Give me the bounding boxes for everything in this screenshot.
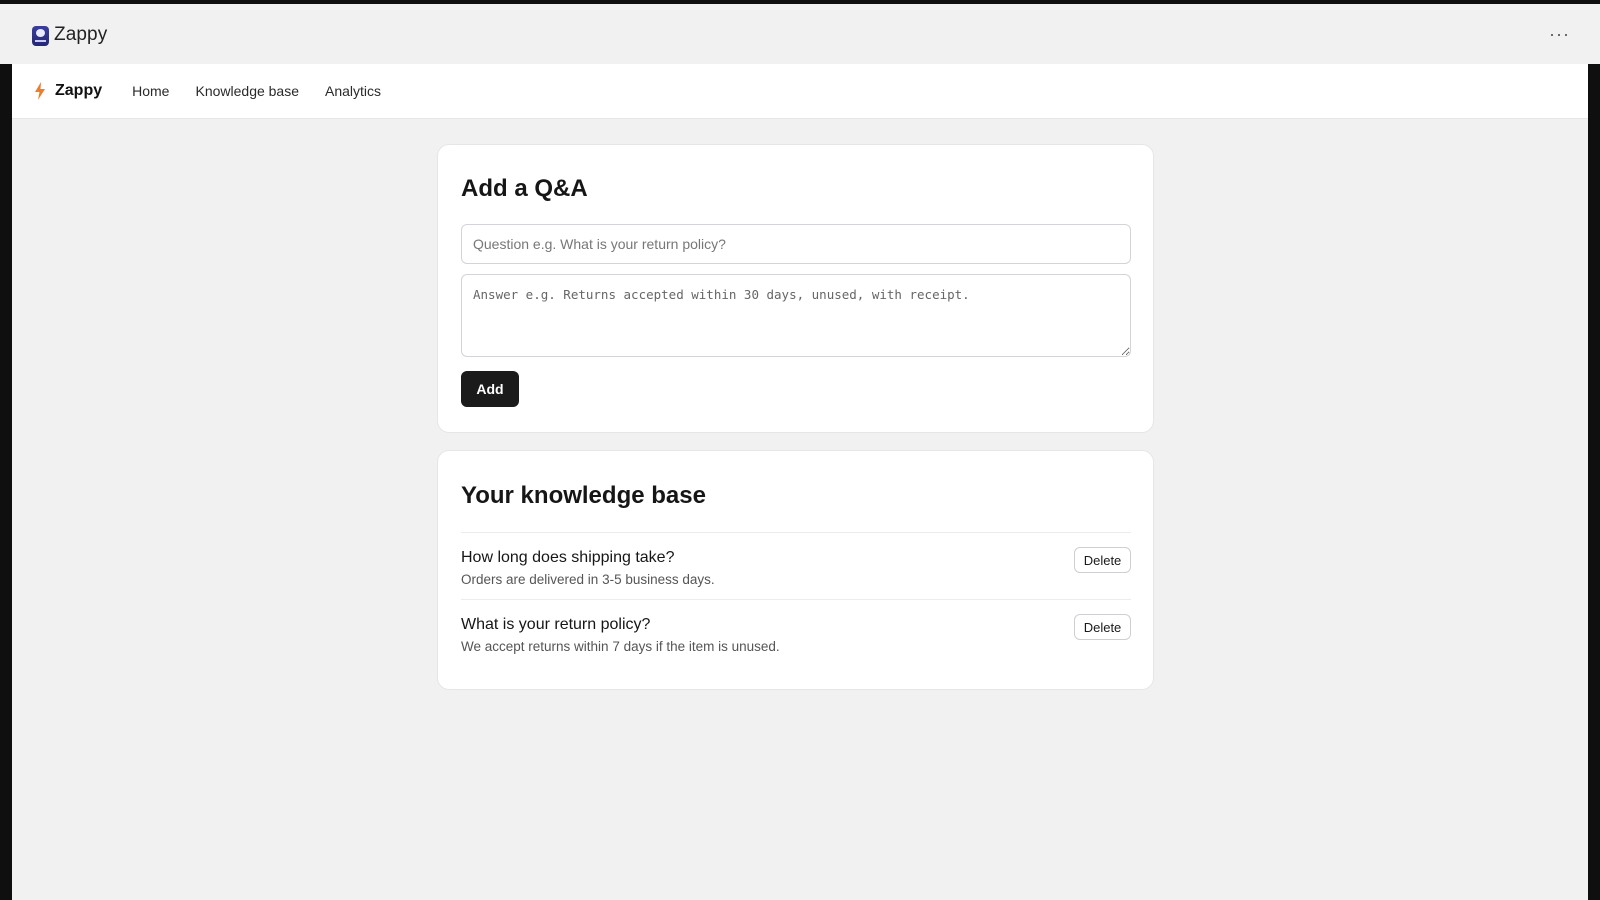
add-button[interactable]: Add — [461, 371, 519, 407]
delete-button[interactable]: Delete — [1074, 614, 1131, 640]
qa-question: How long does shipping take? — [461, 549, 675, 566]
answer-textarea[interactable] — [461, 274, 1131, 357]
delete-button[interactable]: Delete — [1074, 547, 1131, 573]
knowledge-base-card: Your knowledge base How long does shippi… — [437, 450, 1154, 690]
qa-question: What is your return policy? — [461, 616, 651, 633]
nav-link-home[interactable]: Home — [132, 83, 169, 99]
nav-link-analytics[interactable]: Analytics — [325, 83, 381, 99]
zappy-app-icon — [32, 26, 49, 46]
question-input[interactable] — [461, 224, 1131, 264]
app-title-bar: Zappy ··· — [0, 4, 1600, 64]
bolt-icon — [34, 82, 46, 100]
qa-answer: We accept returns within 7 days if the i… — [461, 639, 780, 654]
top-navigation: Zappy Home Knowledge base Analytics — [12, 64, 1588, 119]
add-qa-title: Add a Q&A — [461, 175, 588, 202]
list-item: How long does shipping take? Orders are … — [461, 532, 1131, 599]
qa-answer: Orders are delivered in 3-5 business day… — [461, 572, 715, 587]
nav-link-knowledge-base[interactable]: Knowledge base — [195, 83, 299, 99]
knowledge-base-title: Your knowledge base — [461, 482, 706, 509]
list-item: What is your return policy? We accept re… — [461, 599, 1131, 666]
knowledge-base-list: How long does shipping take? Orders are … — [461, 532, 1131, 666]
add-qa-card: Add a Q&A Add — [437, 144, 1154, 433]
app-window: Zappy ··· Zappy Home Knowledge base Anal… — [0, 4, 1600, 900]
more-options-icon[interactable]: ··· — [1549, 24, 1570, 45]
app-title: Zappy — [54, 24, 108, 45]
brand-name[interactable]: Zappy — [55, 82, 102, 100]
